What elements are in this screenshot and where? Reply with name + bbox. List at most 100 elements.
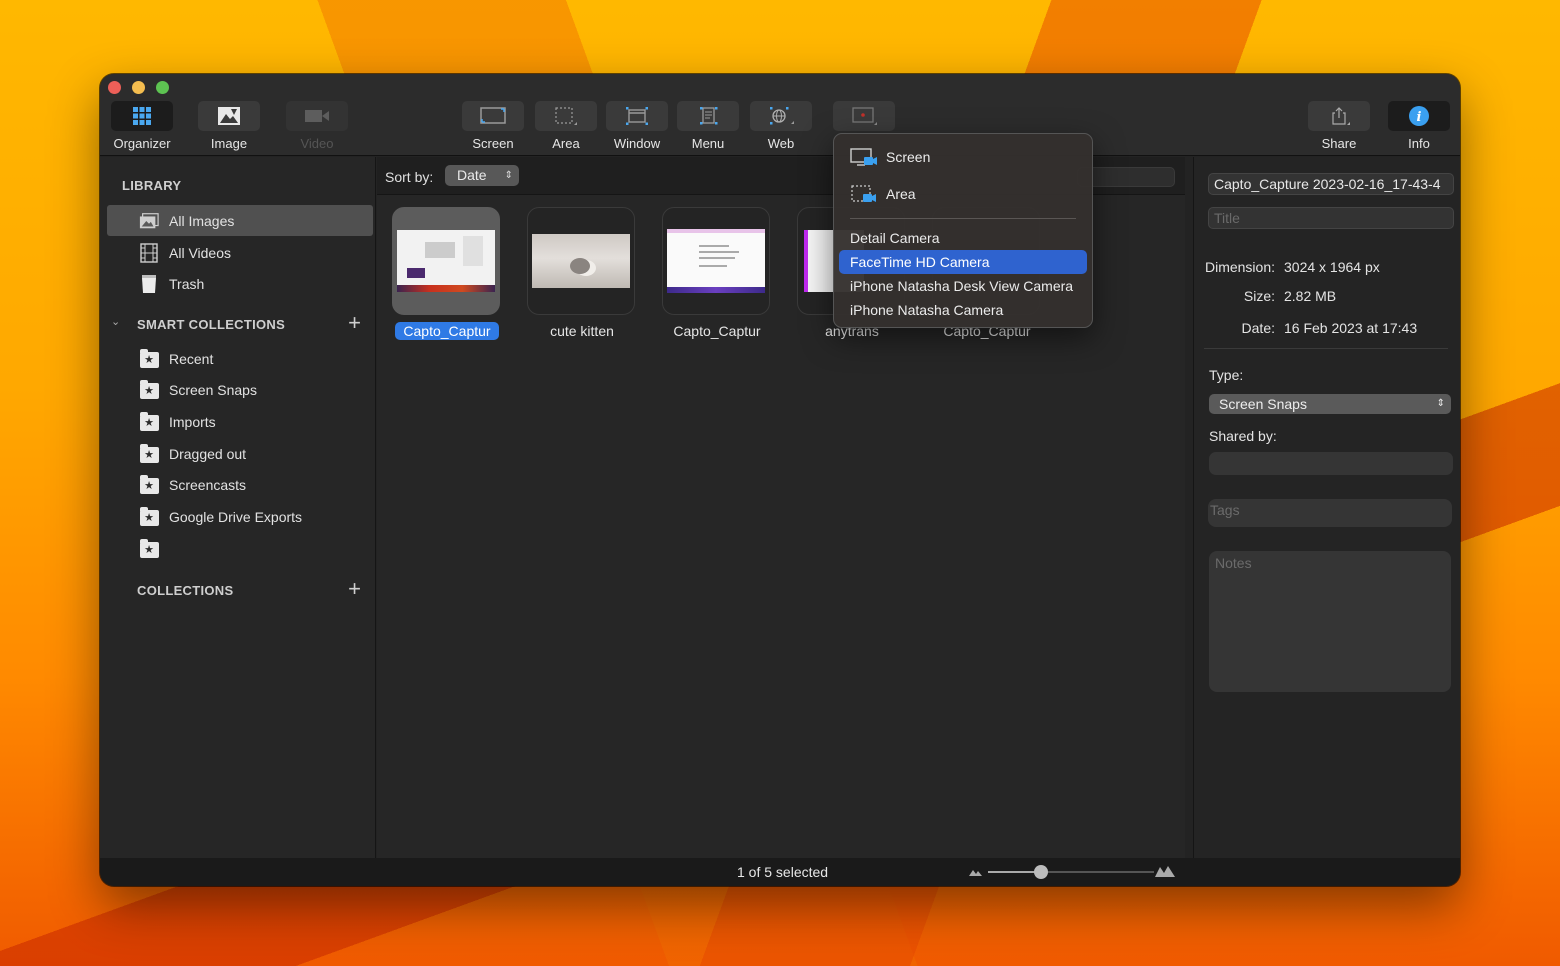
divider bbox=[1204, 348, 1448, 349]
add-smart-collection-button[interactable]: + bbox=[348, 312, 361, 334]
info-icon: i bbox=[1388, 101, 1450, 131]
screen-record-button[interactable] bbox=[832, 101, 896, 131]
sidebar-item-dragged-out[interactable]: ★ Dragged out bbox=[107, 438, 373, 469]
updown-chevron-icon: ⇕ bbox=[1436, 398, 1445, 409]
info-button[interactable]: i Info bbox=[1387, 101, 1451, 151]
menu-item-label: FaceTime HD Camera bbox=[850, 254, 990, 270]
menu-item-area[interactable]: Area bbox=[839, 182, 1087, 206]
zoom-window-button[interactable] bbox=[156, 81, 169, 94]
menu-item-detail-camera[interactable]: Detail Camera bbox=[839, 226, 1087, 250]
size-value: 2.82 MB bbox=[1284, 288, 1337, 304]
sidebar-item-imports[interactable]: ★ Imports bbox=[107, 406, 373, 437]
menu-item-facetime-hd-camera[interactable]: FaceTime HD Camera bbox=[839, 250, 1087, 274]
window-capture-button[interactable]: Window bbox=[605, 101, 669, 151]
sidebar-item-label: Dragged out bbox=[169, 445, 247, 462]
area-capture-button[interactable]: Area bbox=[534, 101, 598, 151]
menu-item-label: Screen bbox=[886, 149, 931, 165]
web-capture-button[interactable]: Web bbox=[749, 101, 813, 151]
screen-capture-button[interactable]: Screen bbox=[461, 101, 525, 151]
smart-folder-icon: ★ bbox=[139, 443, 159, 464]
sidebar-item-untitled[interactable]: ★ bbox=[107, 533, 373, 564]
menu-separator bbox=[850, 218, 1076, 219]
type-label: Type: bbox=[1209, 367, 1244, 383]
shared-by-field[interactable] bbox=[1209, 452, 1453, 475]
sidebar-item-screencasts[interactable]: ★ Screencasts bbox=[107, 469, 373, 500]
smart-folder-icon: ★ bbox=[139, 506, 159, 527]
sidebar-item-label: All Images bbox=[169, 212, 235, 229]
size-row: Size: 2.82 MB bbox=[1194, 288, 1456, 304]
large-mountains-icon bbox=[1155, 866, 1175, 877]
tags-field[interactable]: Tags bbox=[1208, 499, 1452, 527]
thumbnail-item[interactable]: Capto_Captur bbox=[662, 207, 772, 341]
menu-item-iphone-desk-view-camera[interactable]: iPhone Natasha Desk View Camera bbox=[839, 274, 1087, 298]
type-select[interactable]: Screen Snaps ⇕ bbox=[1209, 394, 1451, 414]
area-capture-icon bbox=[535, 101, 597, 131]
thumbnail-caption: Capto_Captur bbox=[673, 323, 761, 339]
chevron-down-icon[interactable]: ⌄ bbox=[111, 315, 120, 328]
video-label: Video bbox=[300, 136, 334, 151]
sidebar-item-all-images[interactable]: All Images bbox=[107, 205, 373, 236]
minimize-window-button[interactable] bbox=[132, 81, 145, 94]
web-capture-label: Web bbox=[767, 136, 795, 151]
add-collection-button[interactable]: + bbox=[348, 578, 361, 600]
image-icon bbox=[198, 101, 260, 131]
thumbnail-caption: cute kitten bbox=[550, 323, 614, 339]
sort-value: Date bbox=[457, 167, 487, 183]
toolbar: Organizer Image Video Screen Area Window… bbox=[100, 74, 1460, 156]
menu-capture-label: Menu bbox=[691, 136, 725, 151]
app-window: Organizer Image Video Screen Area Window… bbox=[100, 74, 1460, 886]
screen-record-icon bbox=[833, 101, 895, 131]
sidebar-item-label: Screen Snaps bbox=[169, 381, 257, 398]
sort-select[interactable]: Date ⇕ bbox=[445, 165, 519, 186]
screen-record-icon bbox=[850, 147, 877, 167]
type-value: Screen Snaps bbox=[1219, 396, 1307, 412]
dimension-row: Dimension: 3024 x 1964 px bbox=[1194, 259, 1456, 275]
sort-label: Sort by: bbox=[385, 169, 434, 185]
notes-field[interactable]: Notes bbox=[1209, 551, 1451, 692]
window-capture-icon bbox=[606, 101, 668, 131]
collections-heading: COLLECTIONS bbox=[137, 583, 234, 598]
sidebar-item-trash[interactable]: Trash bbox=[107, 268, 373, 299]
dimension-label: Dimension: bbox=[1204, 259, 1275, 275]
menu-item-label: iPhone Natasha Camera bbox=[850, 302, 1004, 318]
images-icon bbox=[139, 211, 159, 231]
title-field[interactable]: Title bbox=[1208, 207, 1454, 229]
sidebar-item-label: All Videos bbox=[169, 244, 232, 261]
image-button[interactable]: Image bbox=[197, 101, 261, 151]
menu-item-screen[interactable]: Screen bbox=[839, 145, 1087, 169]
video-button[interactable]: Video bbox=[285, 101, 349, 151]
selection-count: 1 of 5 selected bbox=[737, 864, 829, 880]
smart-collections-heading: SMART COLLECTIONS bbox=[137, 317, 286, 332]
thumbnail-image bbox=[662, 207, 770, 315]
thumbnail-item[interactable]: cute kitten bbox=[527, 207, 637, 341]
date-value: 16 Feb 2023 at 17:43 bbox=[1284, 320, 1418, 336]
updown-chevron-icon: ⇕ bbox=[504, 170, 513, 181]
menu-item-label: Detail Camera bbox=[850, 230, 940, 246]
sidebar-item-google-drive-exports[interactable]: ★ Google Drive Exports bbox=[107, 501, 373, 532]
thumbnail-image bbox=[527, 207, 635, 315]
sidebar-item-recent[interactable]: ★ Recent bbox=[107, 343, 373, 374]
menu-item-iphone-camera[interactable]: iPhone Natasha Camera bbox=[839, 298, 1087, 322]
sidebar-item-screen-snaps[interactable]: ★ Screen Snaps bbox=[107, 374, 373, 405]
sidebar-item-all-videos[interactable]: All Videos bbox=[107, 237, 373, 268]
organizer-button[interactable]: Organizer bbox=[110, 101, 174, 151]
dimension-value: 3024 x 1964 px bbox=[1284, 259, 1380, 275]
sidebar-item-label: Trash bbox=[169, 275, 205, 292]
status-bar: 1 of 5 selected bbox=[100, 858, 1460, 886]
thumbnail-item[interactable]: Capto_Captur bbox=[392, 207, 502, 341]
thumbnail-image bbox=[392, 207, 500, 315]
filename-field[interactable]: Capto_Capture 2023-02-16_17-43-4 bbox=[1208, 173, 1454, 195]
svg-text:i: i bbox=[1417, 110, 1422, 125]
menu-capture-button[interactable]: Menu bbox=[676, 101, 740, 151]
share-button[interactable]: Share bbox=[1307, 101, 1371, 151]
trash-icon bbox=[139, 274, 159, 294]
thumbnail-size-slider[interactable] bbox=[968, 864, 1176, 880]
close-window-button[interactable] bbox=[108, 81, 121, 94]
share-label: Share bbox=[1321, 136, 1357, 151]
menu-capture-icon bbox=[677, 101, 739, 131]
smart-folder-icon: ★ bbox=[139, 411, 159, 432]
grid-icon bbox=[111, 101, 173, 131]
smart-folder-icon: ★ bbox=[139, 474, 159, 495]
inspector-panel: Capto_Capture 2023-02-16_17-43-4 Title D… bbox=[1193, 157, 1460, 858]
slider-knob[interactable] bbox=[1034, 865, 1049, 879]
